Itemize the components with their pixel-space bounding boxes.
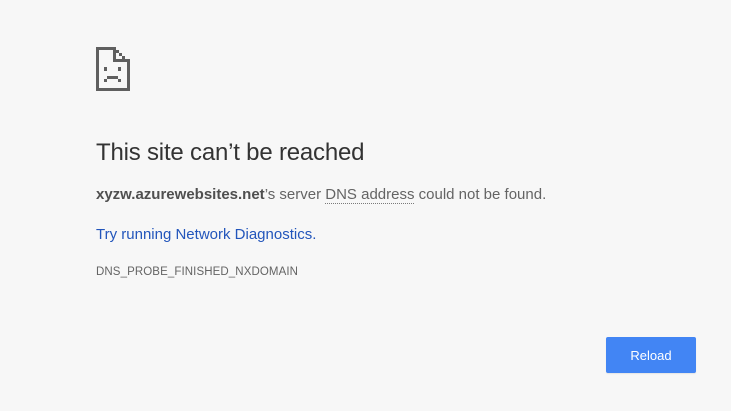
dns-address-term: DNS address — [325, 186, 415, 204]
network-diagnostics-link[interactable]: Try running Network Diagnostics. — [96, 226, 316, 243]
page-title: This site can’t be reached — [96, 139, 365, 166]
error-message: xyzw.azurewebsites.net’s server DNS addr… — [96, 186, 547, 204]
message-text-2: could not be found. — [414, 186, 547, 203]
host-name: xyzw.azurewebsites.net — [96, 186, 265, 203]
sad-document-icon — [96, 47, 130, 91]
reload-button[interactable]: Reload — [606, 337, 696, 373]
error-page: This site can’t be reached xyzw.azureweb… — [0, 0, 731, 411]
error-code: DNS_PROBE_FINISHED_NXDOMAIN — [96, 266, 299, 278]
message-text-1: ’s server — [264, 186, 326, 203]
